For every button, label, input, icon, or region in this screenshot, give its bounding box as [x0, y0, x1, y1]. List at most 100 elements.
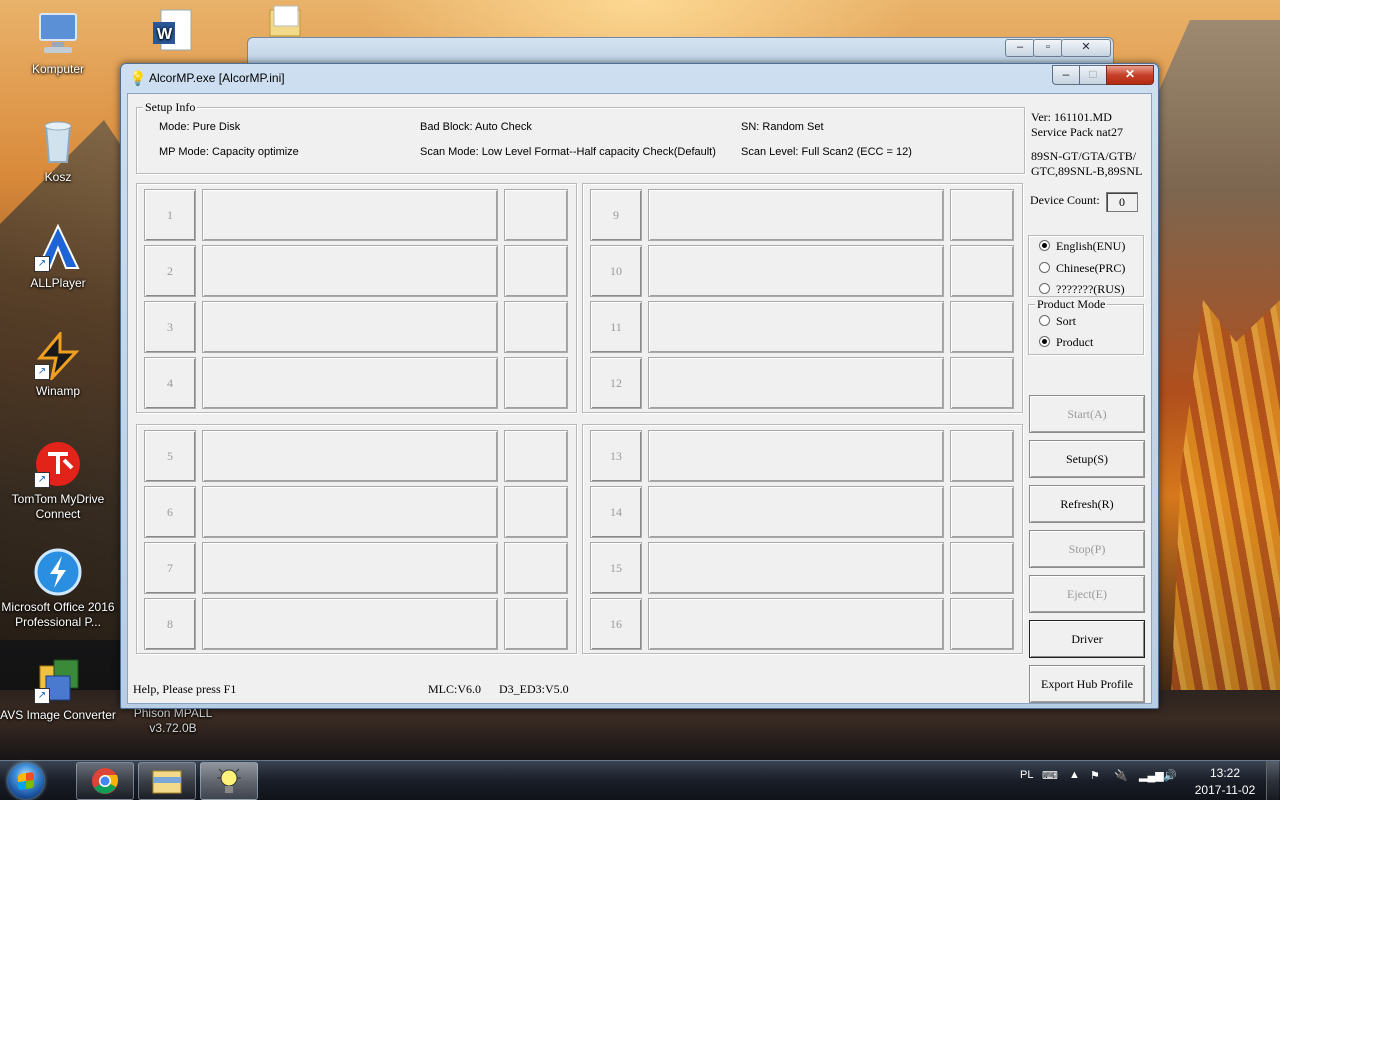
show-hidden-icons[interactable]: ▲: [1069, 769, 1080, 781]
close-button[interactable]: ✕: [1061, 39, 1111, 57]
tomtom-icon: ↗: [34, 440, 82, 488]
close-button[interactable]: ✕: [1106, 65, 1154, 85]
taskbar-alcormp[interactable]: [200, 762, 258, 800]
port-capacity-panel: [504, 189, 568, 241]
power-icon[interactable]: 🔌: [1114, 769, 1128, 782]
port-capacity-panel: [950, 430, 1014, 482]
port-status-panel: [648, 598, 944, 650]
desktop-icon-label: ALLPlayer: [30, 276, 86, 290]
radio-product[interactable]: Product: [1039, 335, 1093, 350]
export-hub-profile-button[interactable]: Export Hub Profile: [1029, 665, 1145, 703]
desktop-icon-kosz[interactable]: Kosz: [0, 118, 116, 185]
desktop-icon-allplayer[interactable]: ↗ ALLPlayer: [0, 223, 116, 291]
driver-button[interactable]: Driver: [1029, 620, 1145, 658]
language-indicator[interactable]: PL: [1020, 769, 1033, 781]
desktop-icon-tomtom[interactable]: ↗ TomTom MyDrive Connect: [0, 440, 116, 522]
port-status-panel: [648, 430, 944, 482]
port-number-button[interactable]: 15: [590, 542, 642, 594]
models-text-2: GTC,89SNL-B,89SNL: [1031, 164, 1143, 178]
port-number-button[interactable]: 12: [590, 357, 642, 409]
computer-icon: [34, 10, 82, 58]
port-number-button[interactable]: 5: [144, 430, 196, 482]
desktop-icon-komputer[interactable]: Komputer: [0, 10, 116, 77]
minimize-button[interactable]: –: [1052, 65, 1080, 85]
refresh-button[interactable]: Refresh(R): [1029, 485, 1145, 523]
client-area: Setup Info Mode: Pure Disk MP Mode: Capa…: [127, 93, 1152, 704]
port-number-button[interactable]: 8: [144, 598, 196, 650]
maximize-button[interactable]: ▫: [1033, 39, 1063, 57]
port-number-button[interactable]: 10: [590, 245, 642, 297]
explorer-icon: [152, 770, 182, 794]
product-mode-group: Product Mode Sort Product: [1028, 297, 1144, 355]
radio-label: English(ENU): [1056, 239, 1126, 253]
port-capacity-panel: [504, 542, 568, 594]
volume-icon[interactable]: 🔊: [1163, 769, 1177, 782]
show-desktop-button[interactable]: [1266, 761, 1279, 800]
port-capacity-panel: [504, 598, 568, 650]
port-status-panel: [202, 357, 498, 409]
radio-dot: [1039, 314, 1050, 326]
maximize-button[interactable]: □: [1079, 65, 1107, 85]
port-number-button[interactable]: 1: [144, 189, 196, 241]
desktop-icon-office-installer[interactable]: Microsoft Office 2016 Professional P...: [0, 548, 116, 630]
radio-label: Product: [1056, 335, 1094, 349]
port-number-button[interactable]: 6: [144, 486, 196, 538]
network-signal-icon[interactable]: ▂▄▆: [1139, 769, 1164, 782]
bad-block-text: Bad Block: Auto Check: [420, 121, 532, 133]
port-status-panel: [648, 357, 944, 409]
language-group: English(ENU) Chinese(PRC) ???????(RUS): [1028, 235, 1144, 297]
clock-date[interactable]: 2017-11-02: [1190, 783, 1260, 797]
desktop-icon-label: Komputer: [31, 62, 85, 76]
minimize-button[interactable]: –: [1005, 39, 1035, 57]
start-button[interactable]: [8, 763, 44, 799]
start-button[interactable]: Start(A): [1029, 395, 1145, 433]
port-number-button[interactable]: 9: [590, 189, 642, 241]
desktop-icon-word-doc[interactable]: W: [115, 8, 231, 60]
desktop-icon-label: AVS Image Converter: [0, 708, 116, 722]
port-number-button[interactable]: 16: [590, 598, 642, 650]
desktop-icon-label: Kosz: [44, 170, 72, 184]
status-d3-version: D3_ED3:V5.0: [499, 682, 569, 696]
port-number-button[interactable]: 3: [144, 301, 196, 353]
port-capacity-panel: [504, 430, 568, 482]
shortcut-arrow-icon: ↗: [34, 364, 50, 380]
stop-button[interactable]: Stop(P): [1029, 530, 1145, 568]
port-number-button[interactable]: 7: [144, 542, 196, 594]
port-capacity-panel: [950, 301, 1014, 353]
radio-sort[interactable]: Sort: [1039, 314, 1076, 329]
radio-russian[interactable]: ???????(RUS): [1039, 282, 1125, 297]
svg-text:W: W: [157, 26, 173, 43]
desktop-icon-phison[interactable]: Phison MPALL v3.72.0B: [115, 706, 231, 736]
desktop-icon-label: Microsoft Office 2016 Professional P...: [1, 600, 115, 629]
taskbar-explorer[interactable]: [138, 762, 196, 800]
title-bar[interactable]: 💡 AlcorMP.exe [AlcorMP.ini] – □ ✕: [121, 64, 1158, 92]
radio-dot: [1039, 261, 1050, 273]
lightbulb-icon: 💡: [129, 70, 147, 86]
port-number-button[interactable]: 11: [590, 301, 642, 353]
desktop-icon-avs[interactable]: ↗ AVS Image Converter: [0, 656, 116, 723]
port-capacity-panel: [950, 486, 1014, 538]
keyboard-icon[interactable]: ⌨: [1042, 769, 1058, 782]
version-text: Ver: 161101.MD: [1031, 110, 1112, 124]
windows-logo-icon: [18, 771, 34, 791]
port-capacity-panel: [950, 357, 1014, 409]
port-number-button[interactable]: 4: [144, 357, 196, 409]
port-number-button[interactable]: 13: [590, 430, 642, 482]
action-center-flag-icon[interactable]: ⚑: [1090, 769, 1100, 782]
taskbar-chrome[interactable]: [76, 762, 134, 800]
port-status-panel: [648, 189, 944, 241]
winamp-icon: ↗: [34, 329, 82, 383]
port-status-panel: [648, 542, 944, 594]
desktop-icon-winamp[interactable]: ↗ Winamp: [0, 329, 116, 399]
mode-text: Mode: Pure Disk: [159, 121, 241, 133]
eject-button[interactable]: Eject(E): [1029, 575, 1145, 613]
setup-info-group: Setup Info Mode: Pure Disk MP Mode: Capa…: [136, 100, 1025, 174]
clock-time[interactable]: 13:22: [1196, 766, 1254, 780]
port-capacity-panel: [504, 357, 568, 409]
port-number-button[interactable]: 14: [590, 486, 642, 538]
port-number-button[interactable]: 2: [144, 245, 196, 297]
radio-english[interactable]: English(ENU): [1039, 239, 1125, 254]
radio-chinese[interactable]: Chinese(PRC): [1039, 261, 1125, 276]
setup-button[interactable]: Setup(S): [1029, 440, 1145, 478]
port-status-panel: [202, 301, 498, 353]
